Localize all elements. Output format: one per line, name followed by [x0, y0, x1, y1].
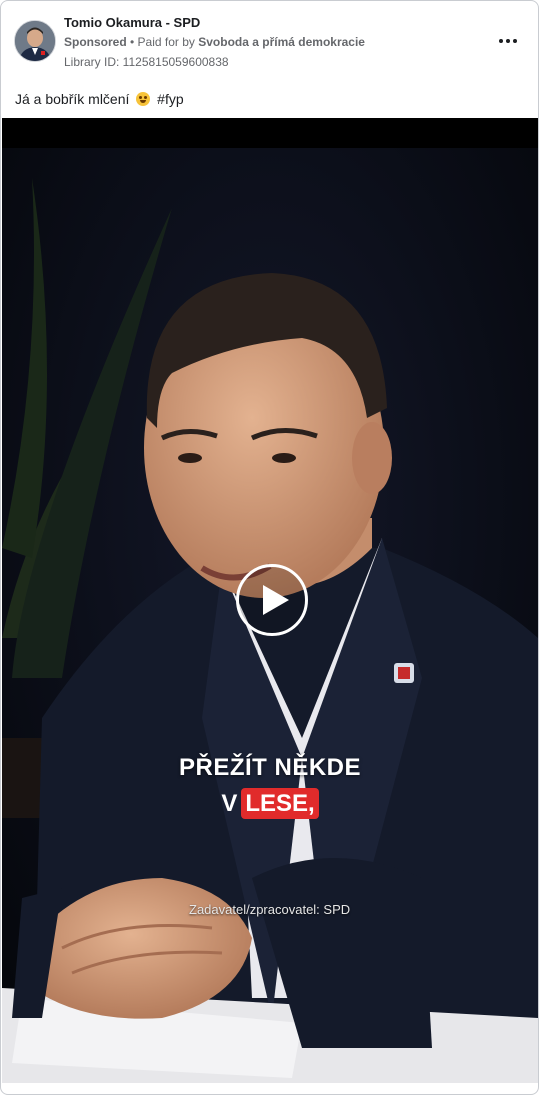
grinning-sweat-emoji-icon — [136, 92, 151, 106]
more-options-icon-dot — [506, 39, 510, 43]
more-options-icon-dot — [513, 39, 517, 43]
video-player[interactable]: PŘEŽÍT NĚKDE V LESE, Zadavatel/zpracovate… — [2, 118, 538, 1083]
more-options-icon — [499, 39, 503, 43]
video-watermark: Zadavatel/zpracovatel: SPD — [189, 902, 351, 917]
video-subtitle-line2: V LESE, — [2, 788, 538, 819]
avatar[interactable] — [14, 20, 56, 62]
caption-hashtag[interactable]: #fyp — [157, 91, 183, 107]
video-subtitle-line1: PŘEŽÍT NĚKDE — [178, 754, 361, 781]
ad-header: Tomio Okamura - SPD Sponsored • Paid for… — [1, 1, 538, 79]
ad-card: Tomio Okamura - SPD Sponsored • Paid for… — [0, 0, 539, 1095]
subtitle-plain-word: V — [221, 790, 238, 817]
caption-text: Já a bobřík mlčení — [15, 91, 130, 107]
sponsor-line: Sponsored • Paid for by Svoboda a přímá … — [64, 35, 365, 49]
avatar-image — [15, 21, 55, 61]
more-options-button[interactable] — [494, 31, 522, 51]
paid-for-by-name[interactable]: Svoboda a přímá demokracie — [198, 35, 365, 49]
subtitle-highlight-word: LESE, — [241, 788, 319, 819]
sponsored-label: Sponsored — [64, 35, 127, 49]
play-icon — [263, 585, 289, 615]
ad-caption: Já a bobřík mlčení #fyp — [15, 91, 184, 107]
paid-for-prefix: Paid for by — [137, 35, 199, 49]
separator: • — [126, 35, 138, 49]
play-button[interactable] — [236, 564, 308, 636]
page-name[interactable]: Tomio Okamura - SPD — [64, 15, 200, 30]
library-id: Library ID: 1125815059600838 — [64, 55, 229, 69]
